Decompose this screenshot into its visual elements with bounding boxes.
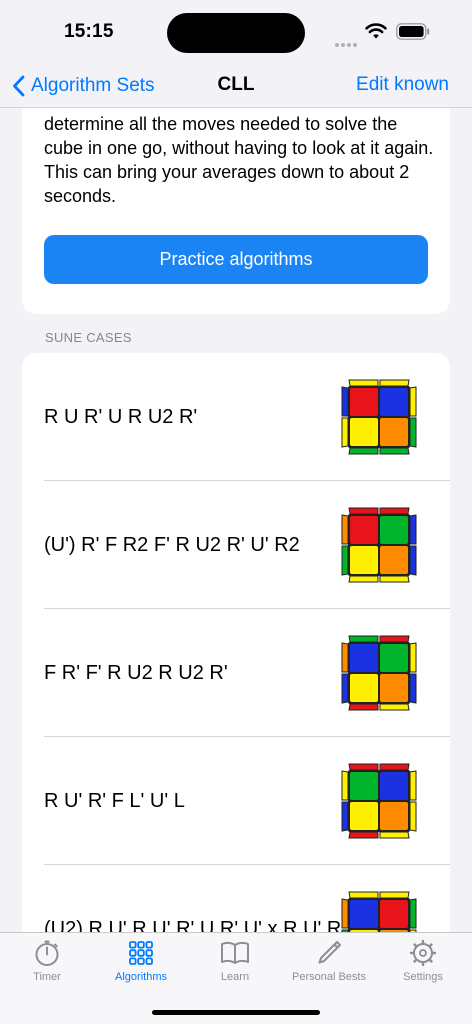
cube-diagram [341, 635, 417, 711]
book-icon [221, 941, 249, 964]
section-header: SUNE CASES [45, 330, 132, 345]
tab-algorithms[interactable]: Algorithms [94, 939, 188, 991]
side-sticker [348, 703, 379, 711]
top-sticker [380, 546, 408, 574]
side-sticker [409, 514, 417, 545]
tab-label: Personal Bests [292, 971, 366, 983]
side-sticker [379, 635, 410, 643]
case-row[interactable]: (U') R' F R2 F' R U2 R' U' R2 [22, 481, 450, 609]
top-sticker [350, 546, 378, 574]
back-label: Algorithm Sets [31, 75, 155, 96]
top-sticker [350, 388, 378, 416]
side-sticker [379, 891, 410, 899]
case-row[interactable]: F R' F' R U2 R U2 R' [22, 609, 450, 737]
practice-algorithms-button[interactable]: Practice algorithms [44, 235, 428, 284]
home-indicator [152, 1010, 320, 1015]
status-time: 15:15 [64, 21, 114, 42]
tab-learn[interactable]: Learn [188, 939, 282, 991]
side-sticker [348, 507, 379, 515]
top-sticker [380, 644, 408, 672]
side-sticker [379, 507, 410, 515]
tab-label: Timer [33, 971, 61, 983]
side-sticker [341, 545, 349, 576]
grid-icon [129, 941, 153, 965]
case-algorithm: R U R' U R U2 R' [44, 405, 198, 428]
case-algorithm: (U') R' F R2 F' R U2 R' U' R2 [44, 533, 300, 556]
top-sticker [350, 674, 378, 702]
top-sticker [350, 644, 378, 672]
pencil-icon [318, 941, 341, 964]
top-sticker [350, 772, 378, 800]
side-sticker [409, 386, 417, 417]
tab-label: Algorithms [115, 971, 167, 983]
top-sticker [380, 418, 408, 446]
top-sticker [380, 388, 408, 416]
side-sticker [348, 831, 379, 839]
tab-label: Settings [403, 971, 443, 983]
side-sticker [348, 447, 379, 455]
case-row[interactable]: R U' R' F L' U' L [22, 737, 450, 865]
top-sticker [350, 418, 378, 446]
tab-personal-bests[interactable]: Personal Bests [282, 939, 376, 991]
top-sticker [380, 900, 408, 928]
side-sticker [341, 770, 349, 801]
top-sticker [380, 802, 408, 830]
side-sticker [348, 575, 379, 583]
side-sticker [409, 417, 417, 448]
side-sticker [348, 891, 379, 899]
tab-label: Learn [220, 971, 250, 983]
cube-diagram [341, 763, 417, 839]
edit-known-button[interactable]: Edit known [356, 74, 449, 96]
side-sticker [379, 575, 410, 583]
side-sticker [348, 379, 379, 387]
side-sticker [409, 898, 417, 929]
side-sticker [379, 379, 410, 387]
side-sticker [341, 514, 349, 545]
top-sticker [380, 674, 408, 702]
battery-icon [396, 23, 430, 40]
side-sticker [409, 673, 417, 704]
gear-icon [409, 939, 437, 967]
side-sticker [348, 763, 379, 771]
top-sticker [380, 772, 408, 800]
case-row[interactable]: R U R' U R U2 R' [22, 353, 450, 481]
top-sticker [380, 516, 408, 544]
side-sticker [379, 703, 410, 711]
tab-bar: Timer Algorithms Learn Personal Bests Se… [0, 932, 472, 1024]
side-sticker [409, 770, 417, 801]
scroll-content[interactable]: determine all the moves needed to solve … [0, 0, 472, 1024]
side-sticker [379, 831, 410, 839]
stopwatch-icon [35, 940, 59, 966]
side-sticker [341, 673, 349, 704]
cube-diagram [341, 507, 417, 583]
cellular-signal-icon [335, 34, 361, 47]
cube-diagram [341, 379, 417, 455]
case-algorithm: F R' F' R U2 R U2 R' [44, 661, 228, 684]
tab-settings[interactable]: Settings [376, 939, 470, 991]
dynamic-island [167, 13, 305, 53]
navigation-bar: Algorithm Sets CLL Edit known [0, 64, 472, 108]
case-algorithm: R U' R' F L' U' L [44, 789, 185, 812]
side-sticker [341, 801, 349, 832]
side-sticker [341, 898, 349, 929]
top-sticker [350, 802, 378, 830]
side-sticker [341, 417, 349, 448]
top-sticker [350, 900, 378, 928]
back-button[interactable]: Algorithm Sets [12, 71, 155, 101]
chevron-left-icon [13, 75, 25, 97]
top-sticker [350, 516, 378, 544]
tab-timer[interactable]: Timer [0, 939, 94, 991]
side-sticker [409, 642, 417, 673]
side-sticker [348, 635, 379, 643]
side-sticker [341, 642, 349, 673]
side-sticker [409, 545, 417, 576]
side-sticker [379, 763, 410, 771]
wifi-icon [365, 23, 387, 39]
side-sticker [341, 386, 349, 417]
side-sticker [409, 801, 417, 832]
side-sticker [379, 447, 410, 455]
status-bar: 15:15 [0, 0, 472, 64]
cases-list: R U R' U R U2 R' (U') R' F R2 F' R U2 R'… [22, 353, 450, 973]
intro-description: determine all the moves needed to solve … [44, 114, 434, 206]
